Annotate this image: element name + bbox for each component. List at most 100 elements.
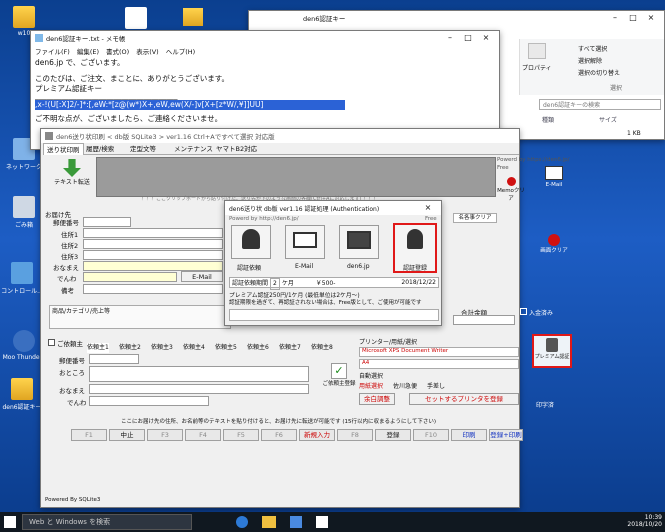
tab-sender-4[interactable]: 依頼主4 <box>183 343 205 353</box>
tab-sender-7[interactable]: 依頼主7 <box>279 343 301 353</box>
dialog-statusbar <box>229 309 439 321</box>
paper-size[interactable]: A4 <box>359 359 519 369</box>
close-icon[interactable]: × <box>477 31 495 45</box>
tab-sender-8[interactable]: 依頼主8 <box>311 343 333 353</box>
tab-shipping-print[interactable]: 送り状印刷 <box>43 143 84 155</box>
text-transfer-button[interactable]: テキスト転送 <box>53 159 91 191</box>
margin-button[interactable]: 余白調整 <box>359 393 395 405</box>
auth-request-button[interactable] <box>231 225 271 259</box>
memo-clear-button[interactable]: Memoクリア <box>497 177 525 202</box>
clipboard-area[interactable] <box>96 157 496 197</box>
f5-key[interactable]: F5 <box>223 429 259 441</box>
tab-templates[interactable]: 定型文等 <box>127 143 159 155</box>
email-side-button[interactable]: E-Mail <box>540 166 568 194</box>
name-input[interactable] <box>83 261 223 271</box>
tab-maintenance[interactable]: メンテナンス <box>171 143 216 155</box>
menu-view[interactable]: 表示(V) <box>136 46 159 56</box>
auth-email-button[interactable] <box>285 225 325 259</box>
paper-select[interactable]: 用紙選択 <box>359 381 383 390</box>
total-input[interactable] <box>453 315 515 325</box>
menu-format[interactable]: 書式(O) <box>106 46 129 56</box>
explorer-titlebar: den6認証キー – □ × <box>249 11 664 25</box>
function-keys: F1 中止 F3 F4 F5 F6 新規入力 F8 登録 F10 印刷 登録+印… <box>71 429 523 441</box>
f4-key[interactable]: F4 <box>185 429 221 441</box>
product-area: 商品/カテゴリ/売上等 <box>49 305 231 329</box>
sender-phone-input[interactable] <box>89 396 209 406</box>
desktop-icon-control[interactable]: コントロール... <box>0 262 44 295</box>
note-input[interactable] <box>83 284 223 294</box>
cancel-key[interactable]: 中止 <box>109 429 145 441</box>
invert-selection-button[interactable]: 選択の切り替え <box>578 68 620 77</box>
f3-key[interactable]: F3 <box>147 429 183 441</box>
register-print-key[interactable]: 登録+印刷 <box>489 429 523 441</box>
app-icon <box>45 132 53 140</box>
tab-yamato[interactable]: ヤマトB2対応 <box>213 143 260 155</box>
minimize-icon[interactable]: – <box>441 31 459 45</box>
search-box[interactable]: den6認証キーの検索 <box>539 99 661 110</box>
tab-sender-2[interactable]: 依頼主2 <box>119 343 141 353</box>
store-icon[interactable] <box>290 516 302 528</box>
menu-edit[interactable]: 編集(E) <box>77 46 99 56</box>
f6-key[interactable]: F6 <box>261 429 297 441</box>
tab-sender-1[interactable]: 依頼主1 <box>87 343 109 353</box>
email-button[interactable]: E-Mail <box>181 271 223 282</box>
properties-icon[interactable] <box>528 43 546 59</box>
help-icon <box>548 234 560 246</box>
postal-input[interactable] <box>83 217 131 227</box>
period-stepper[interactable]: 2 <box>269 278 280 290</box>
browser-icon <box>347 231 371 249</box>
set-printer-button[interactable]: セットするプリンタを登録 <box>409 393 519 405</box>
tab-sender-5[interactable]: 依頼主5 <box>215 343 237 353</box>
logo-icon <box>125 7 147 29</box>
f8-key[interactable]: F8 <box>337 429 373 441</box>
close-icon[interactable]: × <box>642 11 660 25</box>
printer-name[interactable]: Microsoft XPS Document Writer <box>359 347 519 357</box>
menu-file[interactable]: ファイル(F) <box>35 46 70 56</box>
help-icon <box>506 177 516 186</box>
phone-input[interactable] <box>83 272 177 282</box>
start-icon[interactable] <box>4 516 16 528</box>
address3-input[interactable] <box>83 250 223 260</box>
paid-check[interactable]: 入金済み <box>520 308 553 317</box>
sender-register-button[interactable]: ✓ ご依頼主登録 <box>319 363 359 399</box>
select-all-button[interactable]: すべて選択 <box>578 44 607 53</box>
name-clear-button[interactable]: 名各事クリア <box>453 213 497 223</box>
desktop-icon-den6[interactable]: den6認証キー <box>0 378 44 411</box>
menu-help[interactable]: ヘルプ(H) <box>166 46 195 56</box>
taskbar-search[interactable]: Web と Windows を検索 <box>22 514 192 530</box>
auth-den6-button[interactable] <box>339 225 379 259</box>
new-entry-key[interactable]: 新規入力 <box>299 429 335 441</box>
sender-address-input[interactable] <box>89 366 309 382</box>
register-key[interactable]: 登録 <box>375 429 411 441</box>
maximize-icon[interactable]: □ <box>459 31 477 45</box>
app-taskbar-icon[interactable] <box>316 516 328 528</box>
address2-input[interactable] <box>83 239 223 249</box>
maximize-icon[interactable]: □ <box>624 11 642 25</box>
explorer-taskbar-icon[interactable] <box>262 516 276 528</box>
sender-name-input[interactable] <box>89 384 309 394</box>
close-icon[interactable]: × <box>419 201 437 215</box>
address1-input[interactable] <box>83 228 223 238</box>
lock-icon <box>242 229 260 249</box>
col-type[interactable]: 種類 <box>542 115 554 124</box>
mail-icon <box>545 166 563 180</box>
print-key[interactable]: 印刷 <box>451 429 487 441</box>
tab-history[interactable]: 履歴/検索 <box>83 143 117 155</box>
lock-icon <box>546 338 558 352</box>
edge-icon[interactable] <box>236 516 248 528</box>
dialog-titlebar: den6送り状 db版 ver1.16 認証処理 (Authentication… <box>225 201 441 215</box>
tab-sender-6[interactable]: 依頼主6 <box>247 343 269 353</box>
screen-clear-side[interactable]: 画面クリア <box>536 234 572 268</box>
f10-key[interactable]: F10 <box>413 429 449 441</box>
tab-sender-3[interactable]: 依頼主3 <box>151 343 173 353</box>
premium-button[interactable]: プレミアム認証 <box>532 334 572 368</box>
lock-open-icon <box>407 229 423 249</box>
notepad-text[interactable]: den6.jp で、ございます。 このたびは、ご注文、まことに、ありがとうござい… <box>31 56 499 126</box>
folder-icon <box>13 6 35 28</box>
sender-checkbox[interactable] <box>48 339 55 346</box>
minimize-icon[interactable]: – <box>606 11 624 25</box>
select-none-button[interactable]: 選択解除 <box>578 56 602 65</box>
sender-postal-input[interactable] <box>89 354 139 364</box>
f1-key[interactable]: F1 <box>71 429 107 441</box>
col-size[interactable]: サイズ <box>599 115 617 124</box>
